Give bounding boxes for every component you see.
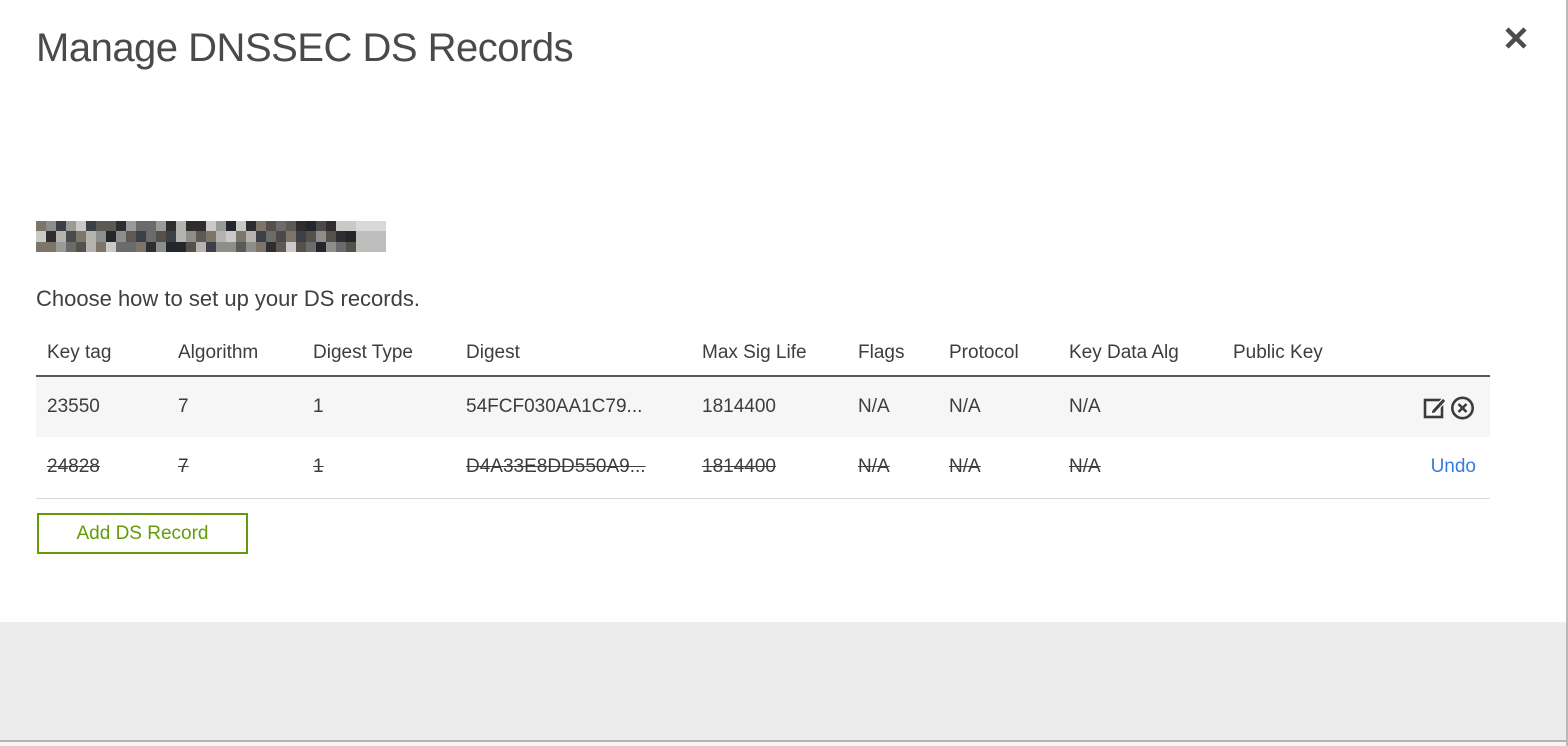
col-header-flags: Flags [847,330,938,377]
undo-link[interactable]: Undo [1431,456,1476,477]
edit-record-icon[interactable] [1422,394,1449,421]
col-header-key-tag: Key tag [36,330,167,377]
cell-digest-type: 1 [302,437,455,499]
close-icon[interactable] [1501,23,1531,53]
col-header-max-sig-life: Max Sig Life [691,330,847,377]
cell-protocol: N/A [938,376,1058,437]
col-header-key-data-alg: Key Data Alg [1058,330,1222,377]
cell-key-data-alg: N/A [1058,437,1222,499]
ds-records-table: Key tag Algorithm Digest Type Digest Max… [36,330,1490,499]
close-x-glyph [1505,27,1527,49]
dnssec-modal: Manage DNSSEC DS Records Choose how to s… [0,0,1568,746]
cell-algorithm: 7 [167,437,302,499]
cell-digest: D4A33E8DD550A9... [455,437,691,499]
table-header-row: Key tag Algorithm Digest Type Digest Max… [36,330,1490,377]
cell-actions [1222,376,1490,437]
cell-algorithm: 7 [167,376,302,437]
col-header-algorithm: Algorithm [167,330,302,377]
domain-name-redacted [36,221,386,252]
delete-record-icon[interactable] [1449,394,1476,421]
table-row: 23550 7 1 54FCF030AA1C79... 1814400 N/A … [36,376,1490,437]
instruction-text: Choose how to set up your DS records. [36,286,420,311]
col-header-protocol: Protocol [938,330,1058,377]
window-bottom-edge [0,740,1566,746]
cell-max-sig-life: 1814400 [691,437,847,499]
col-header-digest-type: Digest Type [302,330,455,377]
cell-digest: 54FCF030AA1C79... [455,376,691,437]
cell-flags: N/A [847,376,938,437]
modal-footer: Save Cancel [0,622,1566,740]
cell-key-data-alg: N/A [1058,376,1222,437]
col-header-public-key: Public Key [1222,330,1490,377]
cell-actions: Undo [1222,437,1490,499]
table-row-deleted: 24828 7 1 D4A33E8DD550A9... 1814400 N/A … [36,437,1490,499]
col-header-digest: Digest [455,330,691,377]
cell-key-tag: 24828 [36,437,167,499]
cell-key-tag: 23550 [36,376,167,437]
cell-protocol: N/A [938,437,1058,499]
cell-flags: N/A [847,437,938,499]
cell-digest-type: 1 [302,376,455,437]
add-ds-record-button[interactable]: Add DS Record [37,513,248,554]
cell-max-sig-life: 1814400 [691,376,847,437]
page-title: Manage DNSSEC DS Records [36,26,574,70]
